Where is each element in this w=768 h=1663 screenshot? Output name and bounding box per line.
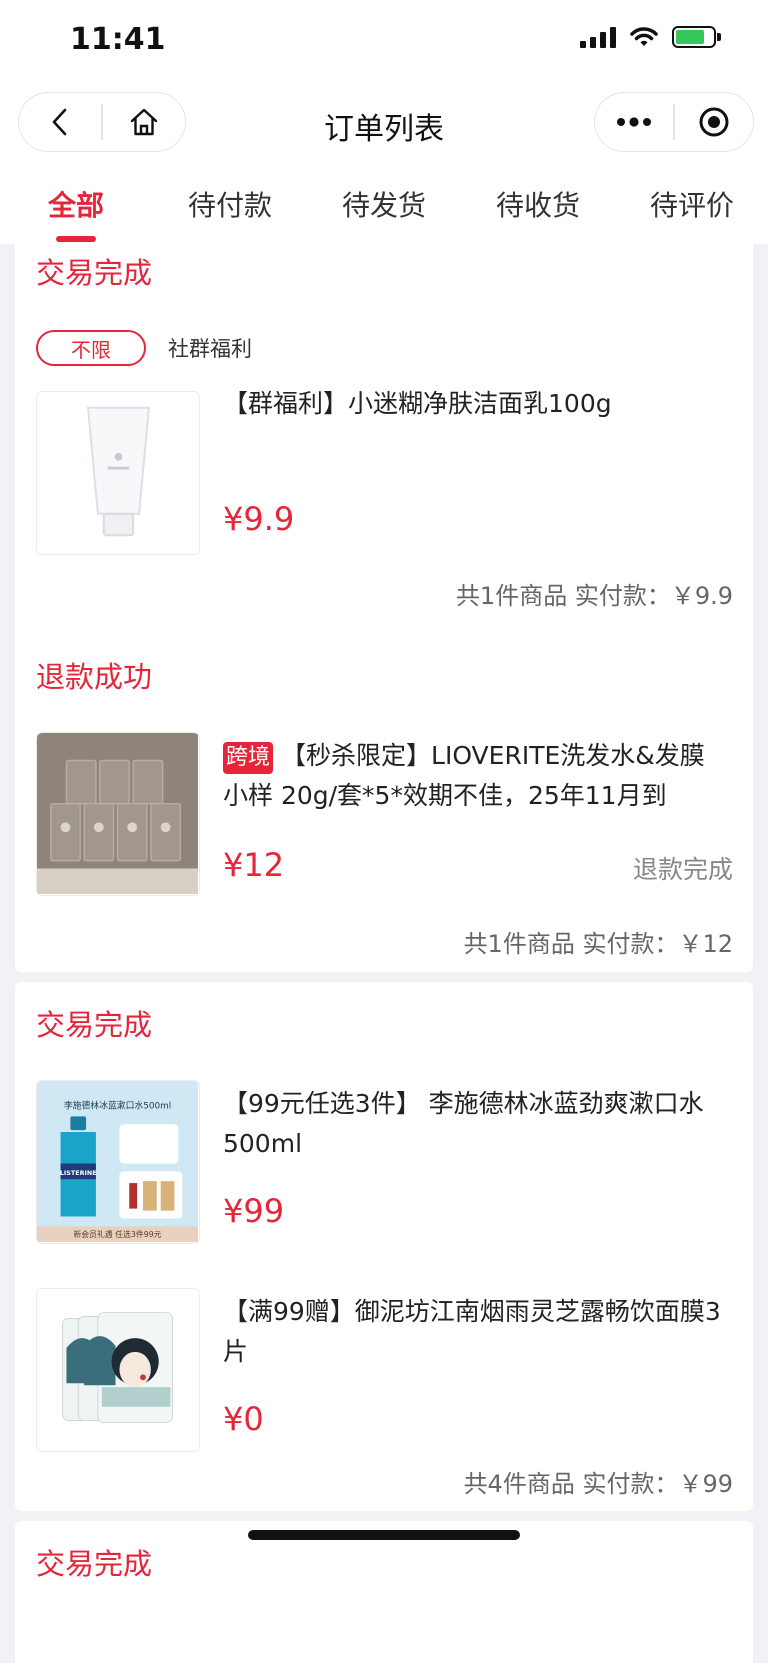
cleanser-tube-image [37,392,198,553]
more-dots-icon [617,117,652,127]
tab-pending-shipment[interactable]: 待发货 [342,184,426,224]
tab-all[interactable]: 全部 [48,184,104,224]
product-price: ¥99 [223,1192,285,1230]
order-status: 交易完成 [36,1547,153,1581]
tab-pending-payment[interactable]: 待付款 [188,184,272,224]
face-mask-image [37,1289,198,1450]
order-status: 交易完成 [36,1008,153,1042]
tab-pending-receipt[interactable]: 待收货 [496,184,580,224]
thumb-brand-text: LISTERINE [60,1169,97,1177]
product-title[interactable]: 跨境 【秒杀限定】LIOVERITE洗发水&发膜小样 20g/套*5*效期不佳，2… [223,736,723,816]
cellular-signal-icon [580,26,616,48]
tag-text: 社群福利 [168,337,252,361]
product-thumbnail[interactable] [36,1288,200,1452]
order-card[interactable]: 交易完成 [15,1521,753,1663]
tab-pending-review[interactable]: 待评价 [650,184,734,224]
order-list[interactable]: 交易完成 不限 社群福利 【群福利】小迷糊净肤洁面乳100g ¥9.9 共1件商… [0,244,768,1663]
order-summary: 共1件商品 实付款：￥9.9 [455,582,733,610]
product-thumbnail[interactable]: 李施德林冰蓝漱口水500ml LISTERINE 新会员礼遇 任选3件99元 [36,1080,200,1244]
battery-icon [672,26,721,48]
cross-border-badge: 跨境 [223,742,274,774]
order-summary: 共1件商品 实付款：￥12 [463,930,733,958]
more-button[interactable] [595,93,673,151]
mouthwash-image: 李施德林冰蓝漱口水500ml LISTERINE 新会员礼遇 任选3件99元 [37,1081,198,1242]
wifi-icon [630,27,658,46]
refund-status-label[interactable]: 退款完成 [633,850,733,886]
nav-bar: 订单列表 [0,86,768,162]
order-card[interactable]: 退款成功 跨境 【秒杀限定】LIOVERITE洗发水&发膜小样 20g/套*5*效… [15,634,753,972]
nav-capsule-right [594,92,754,152]
product-title[interactable]: 【99元任选3件】 李施德林冰蓝劲爽漱口水500ml [223,1084,723,1164]
product-thumbnail[interactable] [36,732,200,896]
order-tag-row: 不限 社群福利 [36,330,252,366]
home-indicator [248,1530,520,1540]
active-tab-indicator [56,236,96,242]
thumb-footer-text: 新会员礼遇 任选3件99元 [73,1229,161,1239]
product-thumbnail[interactable] [36,391,200,555]
target-close-icon [699,107,729,137]
order-card[interactable]: 交易完成 李施德林冰蓝漱口水500ml LISTERINE 新会员礼遇 任选3件… [15,982,753,1511]
thumb-header-text: 李施德林冰蓝漱口水500ml [64,1099,171,1111]
order-status: 退款成功 [36,660,153,694]
tag-pill: 不限 [36,330,146,366]
product-price: ¥9.9 [223,500,295,538]
close-miniprogram-button[interactable] [675,93,753,151]
status-bar: 11:41 [0,0,768,86]
order-summary: 共4件商品 实付款：￥99 [463,1470,733,1498]
product-title[interactable]: 【满99赠】御泥坊江南烟雨灵芝露畅饮面膜3片 [223,1292,723,1372]
product-price: ¥0 [223,1400,264,1438]
status-time: 11:41 [70,22,166,57]
status-icons [580,26,721,48]
product-title[interactable]: 【群福利】小迷糊净肤洁面乳100g [223,384,723,424]
product-price: ¥12 [223,846,285,884]
order-tabs: 全部 待付款 待发货 待收货 待评价 [0,162,768,244]
sample-packets-image [37,733,198,894]
product-title-text: 【秒杀限定】LIOVERITE洗发水&发膜小样 20g/套*5*效期不佳，25年… [223,741,705,810]
order-status: 交易完成 [36,256,153,290]
